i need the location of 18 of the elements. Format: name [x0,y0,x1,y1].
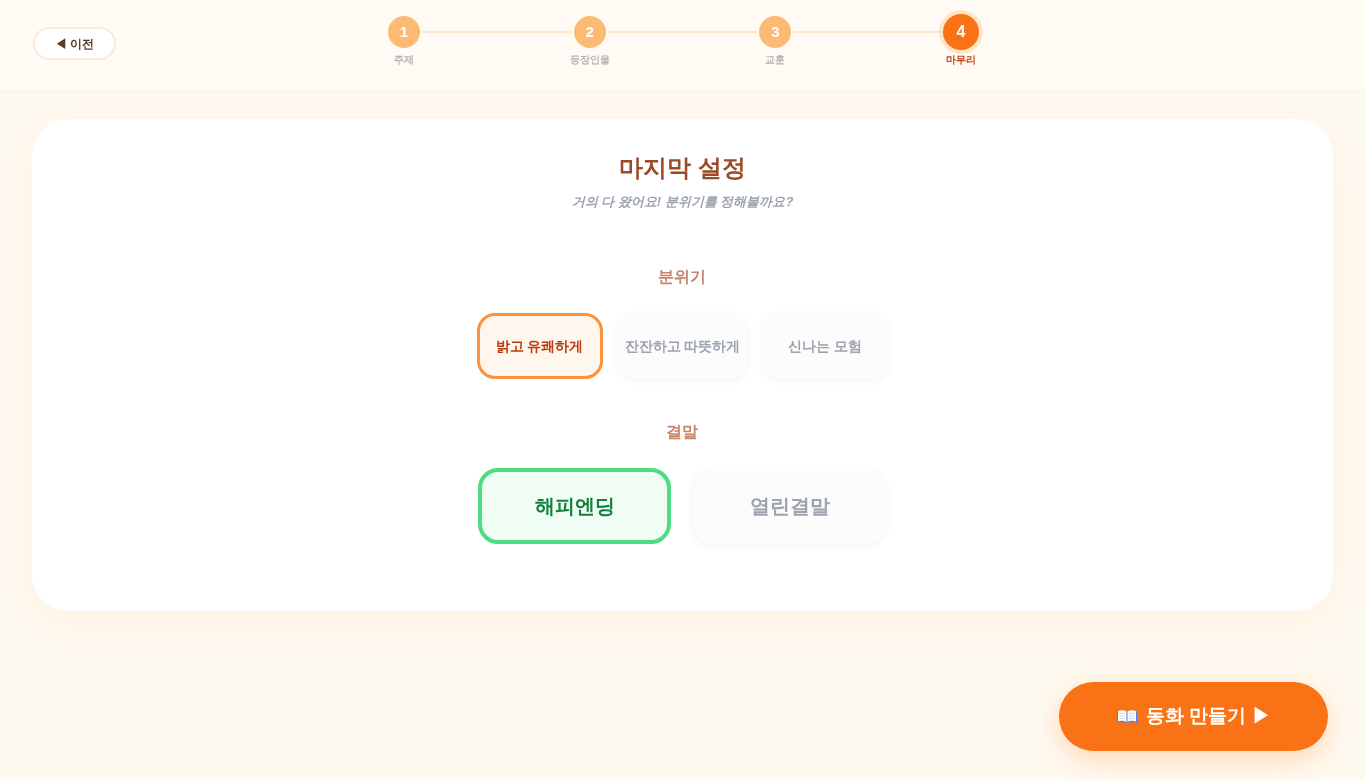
section-heading: 결말 [666,422,699,442]
open-book-icon [1116,708,1139,725]
step-number: 3 [759,16,792,48]
step-label: 교훈 [765,53,786,67]
step-label: 등장인물 [569,53,610,67]
step-label: 주제 [394,53,414,67]
section-heading: 분위기 [658,267,707,287]
back-button[interactable]: ◀ 이전 [33,27,117,60]
create-story-button[interactable]: 동화 만들기 ▶ [1059,682,1328,751]
step-number: 4 [943,14,979,50]
step-number: 2 [573,16,606,48]
create-story-label: 동화 만들기 ▶ [1146,704,1271,729]
step-number: 1 [388,16,420,48]
step-label: 마무리 [946,53,976,67]
card-subtitle: 거의 다 왔어요! 분위기를 정해볼까요? [571,193,794,211]
ending-option[interactable]: 해피엔딩 [478,468,672,544]
mood-option[interactable]: 밝고 유쾌하게 [476,313,603,379]
card-title: 마지막 설정 [619,153,746,183]
